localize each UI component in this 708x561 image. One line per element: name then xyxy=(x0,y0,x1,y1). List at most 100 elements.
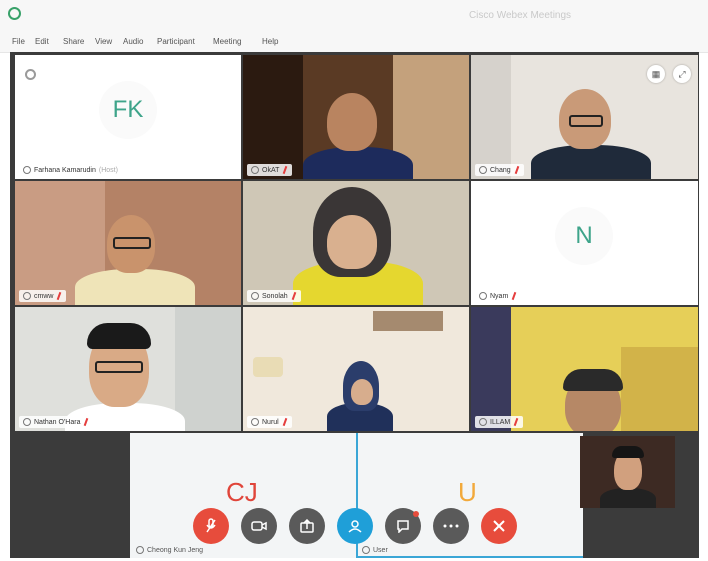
video-icon xyxy=(251,521,267,531)
muted-icon xyxy=(282,166,288,174)
webex-logo-icon xyxy=(8,7,21,20)
audio-icon xyxy=(251,418,259,426)
background-curtain xyxy=(471,307,511,431)
participant-nametag: cmww xyxy=(19,290,67,302)
person-hair xyxy=(612,446,644,458)
participants-button[interactable] xyxy=(337,508,373,544)
audio-icon xyxy=(479,418,487,426)
person-face xyxy=(327,215,377,269)
participant-name: Chang xyxy=(490,166,511,174)
chat-icon xyxy=(397,520,409,533)
title-bar: Cisco Webex Meetings xyxy=(0,0,708,34)
close-icon xyxy=(493,520,505,532)
mic-off-icon xyxy=(206,518,216,533)
video-button[interactable] xyxy=(241,508,277,544)
participant-name: Nathan O'Hara xyxy=(34,418,81,426)
background-frame xyxy=(373,311,443,331)
person-hair xyxy=(87,323,151,349)
video-tile-chang[interactable]: ▦ ⤢ Chang xyxy=(471,55,698,179)
muted-icon xyxy=(511,292,517,300)
menu-participant[interactable]: Participant xyxy=(157,37,195,46)
mute-button[interactable] xyxy=(193,508,229,544)
audio-icon xyxy=(479,166,487,174)
menu-help[interactable]: Help xyxy=(262,37,278,46)
participant-name: User xyxy=(373,546,388,554)
self-view-thumbnail[interactable] xyxy=(580,436,675,508)
video-tile-sonolah[interactable]: Sonolah xyxy=(243,181,469,305)
share-icon xyxy=(300,519,314,533)
participant-name: OkAT xyxy=(262,166,280,174)
video-tile-illam[interactable]: ILLAM xyxy=(471,307,698,431)
participant-nametag: OkAT xyxy=(247,164,293,176)
host-label: (Host) xyxy=(98,166,118,174)
participant-nametag: ILLAM xyxy=(475,416,524,428)
person-body xyxy=(531,145,651,179)
video-tile-okat[interactable]: OkAT xyxy=(243,55,469,179)
participant-nametag: Cheong Kun Jeng xyxy=(136,546,203,554)
glasses xyxy=(95,361,143,373)
video-tile-nurul[interactable]: Nurul xyxy=(243,307,469,431)
muted-icon xyxy=(56,292,62,300)
muted-icon xyxy=(83,418,89,426)
fullscreen-icon[interactable]: ⤢ xyxy=(673,65,691,83)
more-icon xyxy=(443,524,459,528)
menu-file[interactable]: File xyxy=(12,37,25,46)
participant-nametag: Nyam xyxy=(475,290,522,302)
audio-icon xyxy=(23,166,31,174)
avatar: U xyxy=(458,477,477,507)
grid-layout-icon[interactable]: ▦ xyxy=(647,65,665,83)
menu-audio[interactable]: Audio xyxy=(123,37,143,46)
audio-icon xyxy=(136,546,144,554)
glasses xyxy=(113,237,151,249)
participant-name: Cheong Kun Jeng xyxy=(147,546,204,554)
participant-name: ILLAM xyxy=(490,418,511,426)
person-face xyxy=(351,379,373,405)
participant-nametag: Chang xyxy=(475,164,524,176)
person-body xyxy=(303,147,413,179)
chat-button[interactable] xyxy=(385,508,421,544)
background-painting xyxy=(243,55,303,179)
video-tile-nathan[interactable]: Nathan O'Hara xyxy=(15,307,241,431)
chat-notification-dot xyxy=(413,511,419,517)
settings-icon[interactable] xyxy=(25,69,36,80)
more-button[interactable] xyxy=(433,508,469,544)
participant-name: Sonolah xyxy=(262,292,288,300)
muted-icon xyxy=(291,292,297,300)
audio-icon xyxy=(23,292,31,300)
participant-name: Nurul xyxy=(262,418,279,426)
share-button[interactable] xyxy=(289,508,325,544)
video-tile-n[interactable]: N Nyam xyxy=(471,181,698,305)
participant-name: cmww xyxy=(34,292,54,300)
background-lamp xyxy=(253,357,283,377)
participant-name: Farhana Kamarudin xyxy=(34,166,96,174)
menu-share[interactable]: Share xyxy=(63,37,84,46)
person-face xyxy=(327,93,377,151)
person-body xyxy=(75,269,195,305)
menu-edit[interactable]: Edit xyxy=(35,37,49,46)
menu-meeting[interactable]: Meeting xyxy=(213,37,241,46)
audio-icon xyxy=(23,418,31,426)
menu-view[interactable]: View xyxy=(95,37,112,46)
menu-bar: File Edit Share View Audio Participant M… xyxy=(0,34,708,53)
avatar: CJ xyxy=(226,477,258,507)
audio-icon xyxy=(479,292,487,300)
video-tile-fk[interactable]: FK Farhana Kamarudin (Host) xyxy=(15,55,241,179)
audio-icon xyxy=(251,292,259,300)
participants-icon xyxy=(348,520,362,533)
participant-nametag: Farhana Kamarudin (Host) xyxy=(19,164,122,176)
muted-icon xyxy=(513,418,519,426)
participant-nametag: Nurul xyxy=(247,416,292,428)
muted-icon xyxy=(514,166,520,174)
leave-meeting-button[interactable] xyxy=(481,508,517,544)
video-tile-cmww[interactable]: cmww xyxy=(15,181,241,305)
muted-icon xyxy=(282,418,288,426)
glasses xyxy=(569,115,603,127)
person-hair xyxy=(563,369,623,391)
audio-icon xyxy=(251,166,259,174)
avatar: FK xyxy=(99,81,157,139)
window-title: Cisco Webex Meetings xyxy=(468,10,572,21)
background-wall xyxy=(471,55,511,179)
avatar: N xyxy=(555,207,613,265)
background-wall xyxy=(621,347,698,431)
participant-nametag: Nathan O'Hara xyxy=(19,416,94,428)
